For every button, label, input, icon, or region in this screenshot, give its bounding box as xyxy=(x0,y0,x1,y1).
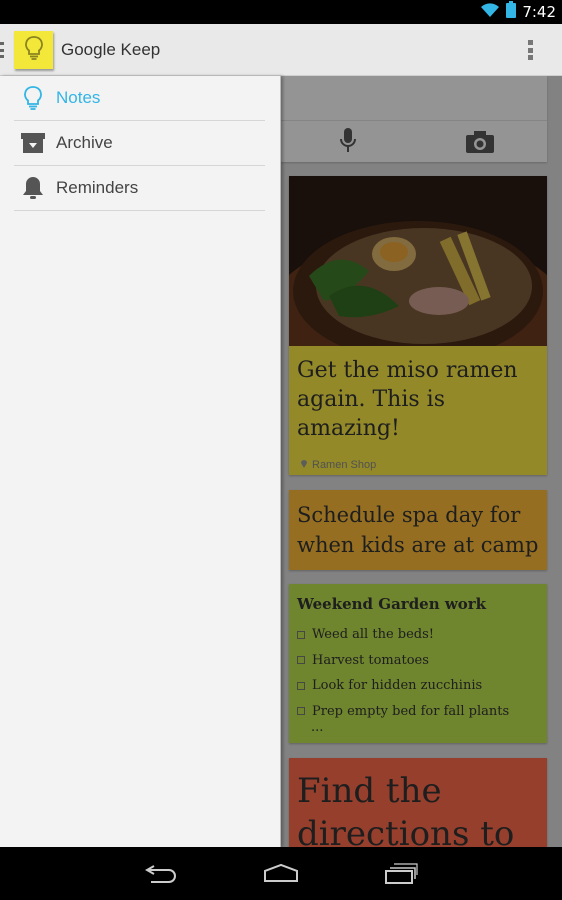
archive-icon xyxy=(14,133,52,153)
new-note-bar[interactable] xyxy=(281,76,547,162)
checkbox[interactable] xyxy=(297,707,305,716)
battery-icon xyxy=(506,1,517,23)
lightbulb-icon xyxy=(24,35,44,66)
checkbox[interactable] xyxy=(297,681,305,690)
checklist-item[interactable]: Harvest tomatoes xyxy=(297,648,509,674)
lightbulb-icon xyxy=(14,85,52,111)
checklist: Weed all the beds! Harvest tomatoes Look… xyxy=(297,622,509,724)
drawer-item-label: Archive xyxy=(56,133,113,152)
back-icon[interactable] xyxy=(145,859,179,887)
note-title: Get the miso ramen again. This is amazin… xyxy=(297,358,518,441)
checkbox[interactable] xyxy=(297,630,305,639)
system-nav-bar xyxy=(0,847,562,900)
note-card-ramen[interactable]: Get the miso ramen again. This is amazin… xyxy=(289,176,547,475)
navigation-drawer: Notes Archive Reminders xyxy=(0,76,281,847)
drawer-item-label: Notes xyxy=(56,88,101,107)
note-card-garden[interactable]: Weekend Garden work Weed all the beds! H… xyxy=(289,584,547,743)
checklist-more: ... xyxy=(311,720,324,735)
note-title: Weekend Garden work xyxy=(297,595,487,613)
checkbox[interactable] xyxy=(297,656,305,665)
note-title: Schedule spa day for when kids are at ca… xyxy=(297,503,539,557)
status-bar: 7:42 xyxy=(0,0,562,24)
location-pin-icon xyxy=(301,459,307,471)
note-card-directions[interactable]: Find the directions to xyxy=(289,758,547,847)
wifi-icon xyxy=(480,2,500,23)
action-bar: Google Keep xyxy=(0,24,562,76)
location-label: Ramen Shop xyxy=(312,459,377,471)
checklist-item[interactable]: Prep empty bed for fall plants xyxy=(297,699,509,725)
checklist-item[interactable]: Weed all the beds! xyxy=(297,622,509,648)
drawer-item-label: Reminders xyxy=(56,178,139,197)
divider xyxy=(281,120,547,121)
note-title: Find the directions to xyxy=(297,771,515,847)
drawer-item-reminders[interactable]: Reminders xyxy=(14,166,265,211)
note-card-spa[interactable]: Schedule spa day for when kids are at ca… xyxy=(289,490,547,570)
app-title: Google Keep xyxy=(61,40,161,59)
status-icons: 7:42 xyxy=(480,0,556,24)
drawer-item-notes[interactable]: Notes xyxy=(14,76,265,121)
bell-icon xyxy=(14,176,52,200)
status-time: 7:42 xyxy=(522,3,556,21)
note-location: Ramen Shop xyxy=(301,459,376,471)
app-home-button[interactable] xyxy=(14,31,53,69)
drawer-indicator-icon[interactable] xyxy=(0,42,4,58)
drawer-item-archive[interactable]: Archive xyxy=(14,121,265,166)
home-icon[interactable] xyxy=(263,859,299,887)
camera-icon[interactable] xyxy=(466,131,494,153)
microphone-icon[interactable] xyxy=(336,128,360,154)
ramen-photo xyxy=(289,176,547,346)
checklist-item[interactable]: Look for hidden zucchinis xyxy=(297,673,509,699)
overflow-menu-icon[interactable] xyxy=(518,38,542,62)
recents-icon[interactable] xyxy=(384,859,418,887)
